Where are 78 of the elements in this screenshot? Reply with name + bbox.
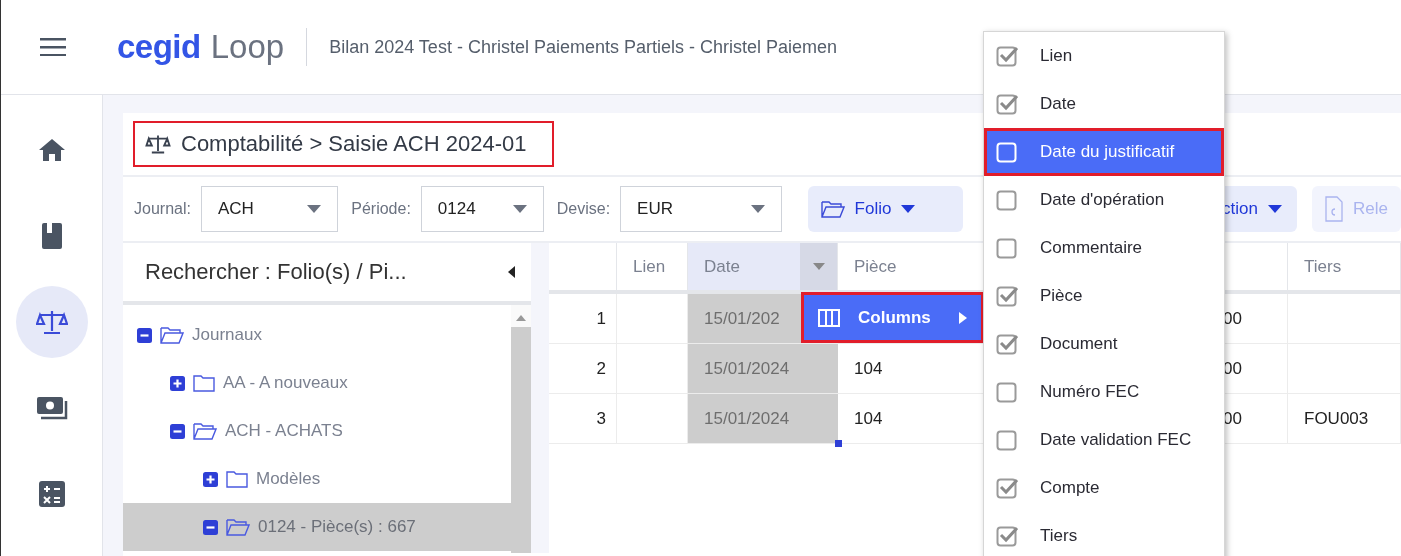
field-label: Journal: — [134, 200, 191, 218]
caret-icon[interactable] — [812, 263, 825, 270]
column-option[interactable]: Tiers — [984, 512, 1224, 556]
tree-item[interactable]: ACH - ACHATS — [123, 407, 511, 455]
table-cell: FOU003 — [1304, 408, 1369, 429]
caret-icon — [1268, 205, 1283, 213]
columns-menu-item[interactable]: Columns — [801, 292, 984, 343]
column-option[interactable]: Lien — [984, 32, 1224, 80]
search-panel-title: Rechercher : Folio(s) / Pi... — [145, 259, 407, 285]
folder-icon — [226, 470, 248, 488]
column-option[interactable]: Date validation FEC — [984, 416, 1224, 464]
dropdown-field[interactable]: 0124 — [420, 186, 544, 232]
column-option[interactable]: Numéro FEC — [984, 368, 1224, 416]
minus-icon[interactable] — [170, 423, 185, 439]
checkbox-icon[interactable] — [996, 429, 1018, 451]
columns-icon — [818, 308, 840, 327]
folder-icon — [820, 200, 845, 218]
document-icon — [1325, 196, 1344, 222]
column-option[interactable]: Compte — [984, 464, 1224, 512]
column-option[interactable]: Date — [984, 80, 1224, 128]
folder-icon — [226, 518, 250, 536]
tree-item[interactable]: Modèles — [123, 455, 511, 503]
minus-icon[interactable] — [203, 519, 218, 535]
checked-checkbox-icon[interactable] — [996, 285, 1018, 307]
folder-icon — [160, 326, 184, 344]
checkbox-icon[interactable] — [996, 189, 1018, 211]
table-cell: 15/01/2024 — [704, 408, 790, 429]
calculator-icon — [38, 481, 65, 507]
cash-icon — [35, 396, 68, 420]
tree-item[interactable]: AA - A nouveaux — [123, 359, 511, 407]
toolbar-button[interactable]: Folio — [807, 186, 963, 232]
field-label: Période: — [351, 200, 411, 218]
caret-icon — [512, 205, 527, 213]
book-icon — [40, 222, 63, 250]
table-cell: 15/01/2024 — [704, 358, 790, 379]
column-option[interactable]: Date du justificatif — [984, 128, 1224, 176]
breadcrumb: Comptabilité > Saisie ACH 2024-01 — [133, 121, 555, 167]
column-header[interactable]: Lien — [633, 256, 666, 277]
checkbox-icon[interactable] — [996, 381, 1018, 403]
minus-icon[interactable] — [137, 327, 152, 343]
caret-icon — [901, 205, 916, 213]
folder-icon — [193, 422, 217, 440]
checked-checkbox-icon[interactable] — [996, 45, 1018, 67]
dropdown-field[interactable]: ACH — [200, 186, 339, 232]
field-label: Devise: — [556, 200, 611, 218]
folder-icon — [193, 374, 215, 392]
column-option[interactable]: Pièce — [984, 272, 1224, 320]
fill-handle[interactable] — [835, 440, 842, 447]
logo-text: Loop — [210, 28, 285, 66]
document-title: Bilan 2024 Test - Christel Paiements Partiels - Christel Paiemen — [329, 36, 837, 58]
table-cell: 15/01/202 — [704, 308, 780, 329]
scroll-up-icon[interactable] — [516, 315, 526, 321]
checked-checkbox-icon[interactable] — [996, 525, 1018, 547]
plus-icon[interactable] — [203, 471, 218, 487]
checkbox-icon[interactable] — [996, 237, 1018, 259]
home-icon — [37, 138, 66, 162]
scale-icon — [145, 134, 171, 154]
menu-icon[interactable] — [40, 38, 66, 56]
checked-checkbox-icon[interactable] — [996, 333, 1018, 355]
collapse-icon[interactable] — [508, 266, 515, 278]
row-number: 1 — [596, 308, 606, 329]
checked-checkbox-icon[interactable] — [996, 93, 1018, 115]
row-number: 3 — [596, 408, 606, 429]
tree-item[interactable]: Journaux — [123, 311, 511, 359]
column-header[interactable]: Pièce — [854, 256, 897, 277]
table-cell: 104 — [854, 408, 883, 429]
table-cell: 104 — [854, 358, 883, 379]
column-option[interactable]: Document — [984, 320, 1224, 368]
dropdown-field[interactable]: EUR — [620, 186, 782, 232]
caret-icon — [307, 205, 322, 213]
column-header[interactable]: Tiers — [1304, 256, 1342, 277]
scale-icon — [35, 309, 68, 335]
row-number: 2 — [596, 358, 606, 379]
plus-icon[interactable] — [170, 375, 185, 391]
submenu-arrow-icon — [959, 311, 967, 324]
logo-text: cegid — [117, 28, 201, 66]
checked-checkbox-icon[interactable] — [996, 477, 1018, 499]
caret-icon — [750, 205, 765, 213]
